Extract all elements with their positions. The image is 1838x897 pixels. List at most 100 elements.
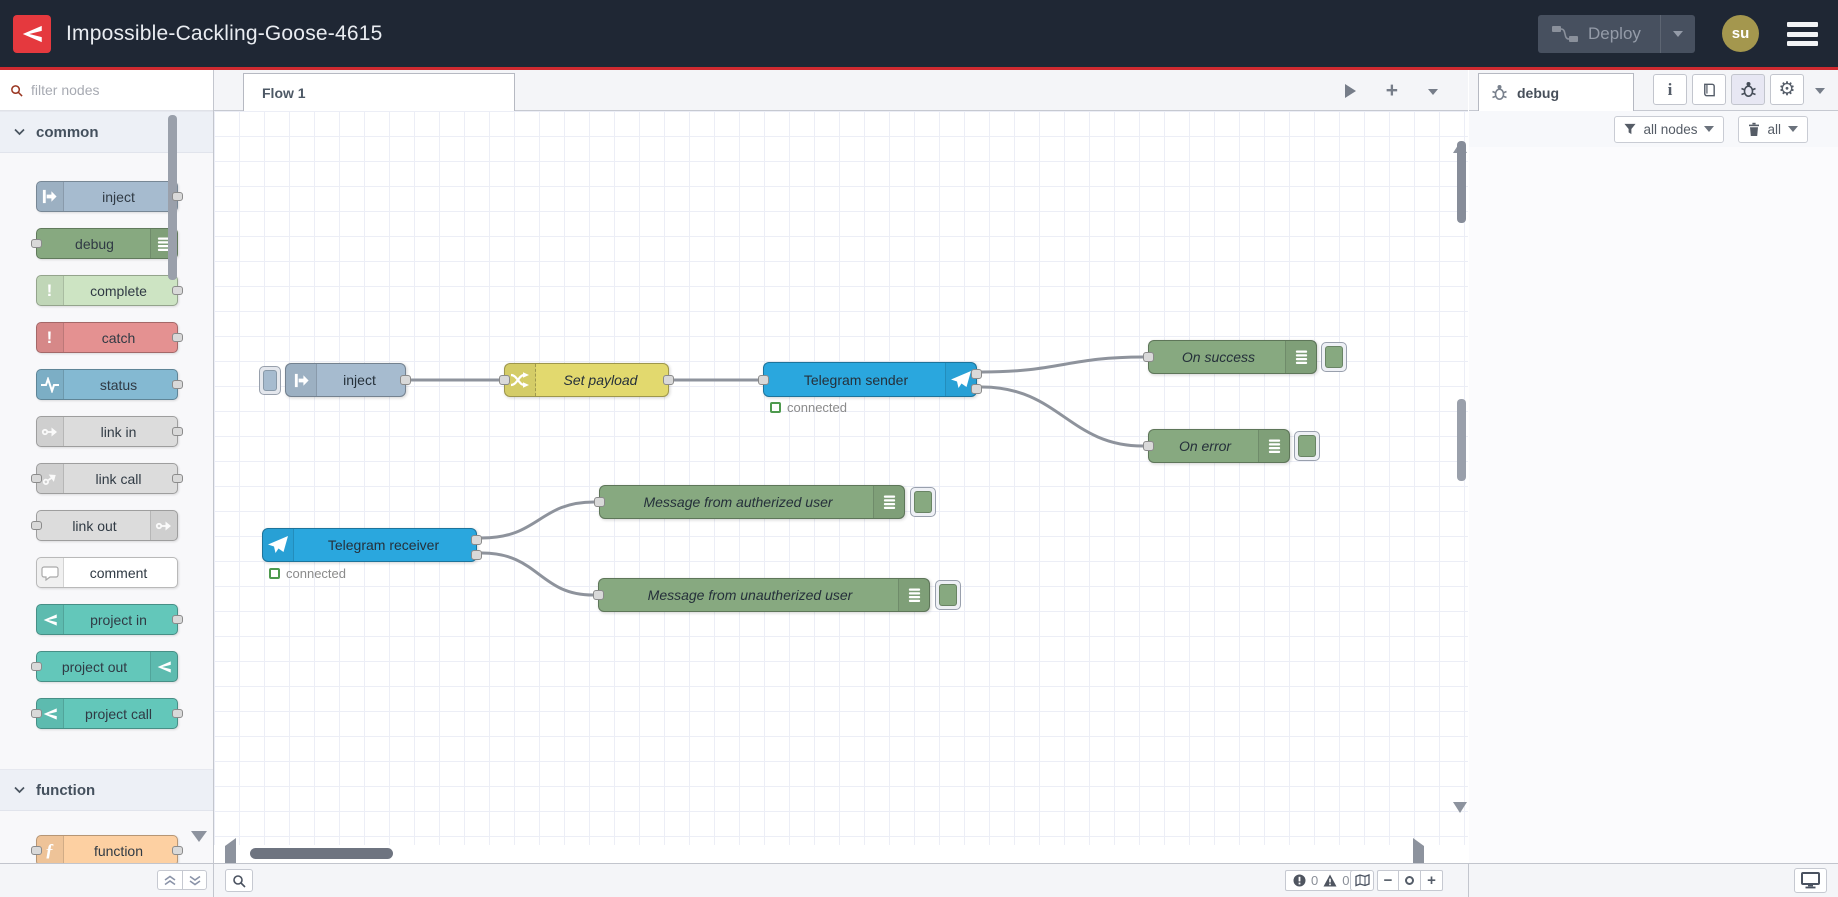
output-port bbox=[171, 473, 183, 483]
output-port[interactable] bbox=[663, 375, 674, 385]
main-menu-button[interactable] bbox=[1787, 22, 1818, 46]
palette-collapse-controls bbox=[157, 870, 207, 890]
zoom-out-button[interactable]: − bbox=[1377, 870, 1399, 891]
palette-node-link-call[interactable]: link call bbox=[30, 463, 183, 494]
palette-node-catch[interactable]: ! catch bbox=[35, 322, 183, 353]
debug-toggle-button[interactable] bbox=[1294, 431, 1320, 461]
output-port-1[interactable] bbox=[471, 535, 482, 545]
palette-node-inject[interactable]: inject bbox=[35, 181, 183, 212]
palette-filter-input[interactable] bbox=[29, 81, 163, 99]
tab-scroll-right-button[interactable] bbox=[1344, 83, 1356, 98]
flow-canvas[interactable]: inject Set payload Telegram sender conne… bbox=[214, 111, 1468, 845]
debug-tab-button[interactable] bbox=[1731, 74, 1765, 105]
scroll-right-arrow[interactable] bbox=[1413, 838, 1424, 871]
search-icon bbox=[10, 84, 23, 97]
node-label: Message from autherized user bbox=[643, 494, 833, 510]
flow-node-msg-authorized[interactable]: Message from autherized user bbox=[594, 485, 905, 519]
palette-node-status[interactable]: status bbox=[35, 369, 183, 400]
input-port[interactable] bbox=[499, 375, 510, 385]
status-text: connected bbox=[286, 566, 346, 581]
palette-node-debug[interactable]: debug bbox=[30, 228, 178, 259]
inject-trigger-button[interactable] bbox=[259, 366, 281, 395]
flow-list-caret[interactable] bbox=[1428, 82, 1438, 100]
node-label: On error bbox=[1178, 438, 1232, 454]
zoom-reset-button[interactable] bbox=[1399, 870, 1421, 891]
input-port bbox=[30, 520, 42, 530]
help-tab-button[interactable] bbox=[1692, 74, 1726, 105]
debug-toggle-button[interactable] bbox=[910, 487, 936, 517]
scroll-down-arrow[interactable] bbox=[1453, 802, 1467, 831]
scrollbar-thumb[interactable] bbox=[1457, 399, 1466, 481]
expand-categories-button[interactable] bbox=[182, 870, 207, 890]
output-port[interactable] bbox=[400, 375, 411, 385]
palette-category-common[interactable]: common bbox=[0, 111, 213, 153]
palette-node-link-out[interactable]: link out bbox=[30, 510, 178, 541]
palette-node-complete[interactable]: ! complete bbox=[35, 275, 183, 306]
status-connected-icon bbox=[269, 568, 280, 579]
chevron-down-icon bbox=[14, 128, 25, 136]
input-port[interactable] bbox=[1143, 352, 1154, 362]
user-avatar[interactable]: su bbox=[1722, 15, 1759, 52]
flow-node-inject[interactable]: inject bbox=[285, 363, 411, 397]
collapse-categories-button[interactable] bbox=[157, 870, 182, 890]
category-label: function bbox=[36, 781, 96, 799]
flow-node-telegram-receiver[interactable]: Telegram receiver bbox=[262, 528, 482, 562]
tab-debug[interactable]: debug bbox=[1478, 73, 1634, 111]
avatar-initials: su bbox=[1731, 25, 1750, 42]
input-port[interactable] bbox=[758, 374, 769, 385]
flow-node-on-success[interactable]: On success bbox=[1143, 340, 1317, 374]
device-view-button[interactable] bbox=[1794, 868, 1827, 893]
palette-node-link-in[interactable]: link in bbox=[35, 416, 183, 447]
canvas-horizontal-scrollbar[interactable] bbox=[214, 838, 1468, 871]
flowfuse-logo-icon bbox=[13, 14, 51, 53]
zoom-reset-icon bbox=[1405, 876, 1414, 885]
flow-node-msg-unauthorized[interactable]: Message from unautherized user bbox=[593, 578, 930, 612]
palette-scroll-down-arrow[interactable] bbox=[191, 831, 207, 860]
palette-node-function[interactable]: ƒ function bbox=[30, 835, 183, 863]
flow-node-on-error[interactable]: On error bbox=[1143, 429, 1290, 463]
flow-node-telegram-sender[interactable]: Telegram sender bbox=[758, 362, 982, 397]
navigator-button[interactable] bbox=[1350, 870, 1374, 891]
debug-messages-panel bbox=[1469, 147, 1838, 863]
palette-filter bbox=[0, 70, 213, 111]
add-flow-button[interactable]: + bbox=[1386, 80, 1398, 101]
debug-toggle-button[interactable] bbox=[1321, 342, 1347, 372]
input-port[interactable] bbox=[594, 497, 605, 507]
output-port-2[interactable] bbox=[471, 550, 482, 560]
sidebar-menu-caret[interactable] bbox=[1815, 81, 1825, 99]
scrollbar-thumb[interactable] bbox=[250, 848, 393, 859]
scroll-left-arrow[interactable] bbox=[225, 838, 236, 871]
tab-flow1[interactable]: Flow 1 bbox=[243, 73, 515, 111]
deploy-button[interactable]: Deploy bbox=[1538, 15, 1695, 53]
palette-category-function[interactable]: function bbox=[0, 769, 213, 811]
deploy-options-caret[interactable] bbox=[1661, 15, 1695, 53]
input-port[interactable] bbox=[1143, 441, 1154, 451]
filter-label: all nodes bbox=[1643, 121, 1698, 137]
divider bbox=[213, 864, 214, 897]
output-port bbox=[171, 845, 183, 855]
debug-clear-dropdown[interactable]: all bbox=[1738, 115, 1808, 143]
caret-down-icon bbox=[1788, 126, 1798, 132]
palette-node-project-out[interactable]: project out bbox=[30, 651, 178, 682]
config-nodes-tab-button[interactable]: ⚙ bbox=[1770, 74, 1804, 105]
flow-node-set-payload[interactable]: Set payload bbox=[499, 363, 674, 397]
notification-badges[interactable]: 0 0 bbox=[1285, 870, 1358, 891]
search-flows-button[interactable] bbox=[225, 869, 253, 892]
palette: common inject debug ! complete ! catch s… bbox=[0, 70, 214, 863]
input-port[interactable] bbox=[593, 590, 604, 600]
palette-node-comment[interactable]: comment bbox=[35, 557, 178, 588]
wires bbox=[406, 355, 1145, 597]
divider bbox=[1468, 864, 1469, 897]
palette-node-project-in[interactable]: project in bbox=[35, 604, 183, 635]
debug-filter-dropdown[interactable]: all nodes bbox=[1614, 115, 1725, 143]
output-port-2[interactable] bbox=[971, 384, 982, 394]
info-tab-button[interactable]: i bbox=[1653, 74, 1687, 105]
debug-sidebar: debug i ⚙ all nodes all bbox=[1469, 70, 1838, 863]
zoom-in-button[interactable]: + bbox=[1421, 870, 1443, 891]
output-port-1[interactable] bbox=[971, 369, 982, 379]
canvas-vertical-scrollbar[interactable] bbox=[1452, 111, 1467, 830]
palette-node-project-call[interactable]: project call bbox=[30, 698, 183, 729]
debug-toggle-button[interactable] bbox=[935, 580, 961, 610]
scrollbar-thumb[interactable] bbox=[1457, 141, 1466, 223]
status-text: connected bbox=[787, 400, 847, 415]
